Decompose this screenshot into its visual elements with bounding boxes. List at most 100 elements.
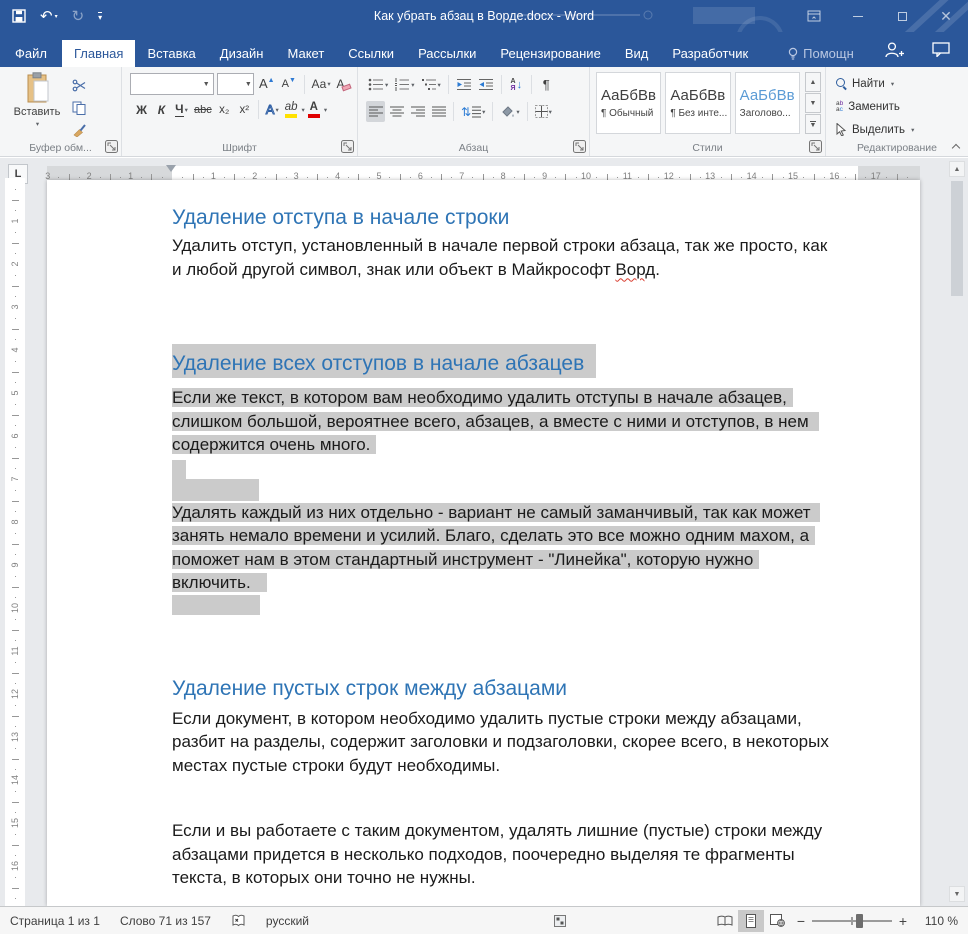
word-window: ↶ ▾ ↻ ▾ Как убрать абзац в Ворде.docx - W… (0, 0, 968, 934)
maximize-button[interactable] (880, 0, 924, 32)
shrink-font-button[interactable]: А ▼ (279, 74, 298, 95)
underline-button[interactable]: Ч ▾ (172, 99, 191, 120)
tab-view[interactable]: Вид (613, 40, 661, 67)
find-button[interactable]: Найти ▾ (830, 73, 964, 94)
font-color-button[interactable]: А (306, 99, 322, 120)
font-color-dropdown-caret[interactable]: ▾ (324, 106, 327, 114)
editing-group: Найти ▾ ab ac Заменить Выделить ▾ Редактиро… (826, 67, 968, 156)
word-count[interactable]: Слово 71 из 157 (110, 907, 221, 934)
shading-button[interactable]: ▾ (498, 101, 521, 122)
sign-in-button[interactable] (870, 32, 918, 67)
zoom-in-button[interactable]: + (892, 910, 914, 932)
font-size-dropdown[interactable]: ▼ (243, 74, 254, 94)
font-name-input[interactable] (131, 74, 201, 94)
selected-empty-line (172, 594, 260, 615)
select-button[interactable]: Выделить ▾ (830, 119, 964, 140)
ribbon-display-options-button[interactable] (792, 0, 836, 32)
tell-me-box[interactable]: Помощн (776, 40, 866, 67)
decrease-indent-button[interactable] (454, 74, 474, 95)
multilevel-list-button[interactable]: ▾ (419, 74, 443, 95)
read-mode-button[interactable] (712, 910, 738, 932)
style-heading[interactable]: АаБбВв Заголово... (734, 72, 800, 134)
print-layout-icon (746, 913, 756, 928)
highlight-dropdown-caret[interactable]: ▾ (302, 106, 305, 114)
styles-gallery-more-button[interactable]: ▼ (804, 114, 821, 134)
customize-qat-button[interactable]: ▾ (98, 11, 103, 21)
scrollbar-thumb[interactable] (951, 181, 963, 296)
tab-file[interactable]: Файл (0, 40, 62, 67)
font-size-input[interactable] (217, 74, 244, 94)
vertical-ruler[interactable]: 1 2 3 4 5 6 7 8 9 10 11 12 13 14 15 16 (5, 178, 25, 906)
save-button[interactable] (12, 9, 26, 23)
styles-scroll-up-button[interactable]: ▲ (804, 72, 821, 92)
macro-record-button[interactable] (544, 907, 576, 934)
close-button[interactable]: ✕ (924, 0, 968, 32)
change-case-button[interactable]: Аа ▾ (311, 74, 331, 95)
styles-dialog-launcher[interactable] (809, 140, 822, 153)
clipboard-dialog-launcher[interactable] (105, 140, 118, 153)
font-name-combo[interactable]: ▼ (130, 73, 214, 95)
format-painter-button[interactable] (68, 120, 90, 140)
increase-indent-button[interactable] (476, 74, 496, 95)
cut-button[interactable] (68, 75, 90, 95)
borders-button[interactable]: ▾ (533, 101, 554, 122)
multilevel-list-icon (421, 79, 436, 90)
scroll-down-button[interactable]: ▼ (949, 886, 965, 902)
align-center-button[interactable] (387, 101, 406, 122)
document-page[interactable]: Удаление отступа в начале строки Удалить… (47, 180, 920, 906)
undo-button[interactable]: ↶ ▾ (40, 7, 58, 25)
paragraph-dialog-launcher[interactable] (573, 140, 586, 153)
vertical-scrollbar[interactable]: ▲ ▼ (949, 161, 965, 902)
zoom-out-button[interactable]: − (790, 910, 812, 932)
zoom-slider[interactable] (812, 910, 892, 932)
font-dialog-launcher[interactable] (341, 140, 354, 153)
text-effects-button[interactable]: А ▾ (263, 99, 282, 120)
collapse-ribbon-button[interactable] (952, 142, 960, 150)
paste-button[interactable]: Вставить ▾ (10, 72, 64, 140)
web-layout-button[interactable] (764, 910, 790, 932)
replace-button[interactable]: ab ac Заменить (830, 96, 964, 117)
tab-review[interactable]: Рецензирование (488, 40, 612, 67)
font-name-dropdown[interactable]: ▼ (200, 74, 213, 94)
align-right-button[interactable] (408, 101, 427, 122)
clear-formatting-button[interactable]: А (334, 74, 353, 95)
sort-button[interactable]: А Я ↓ (507, 74, 526, 95)
zoom-slider-thumb[interactable] (856, 913, 863, 928)
tab-mailings[interactable]: Рассылки (406, 40, 488, 67)
bold-button[interactable]: Ж (132, 99, 151, 120)
show-hide-marks-button[interactable]: ¶ (537, 74, 556, 95)
proofing-status-button[interactable] (221, 907, 256, 934)
italic-button[interactable]: К (152, 99, 171, 120)
align-left-button[interactable] (366, 101, 385, 122)
language-indicator[interactable]: русский (256, 907, 319, 934)
styles-scroll-down-button[interactable]: ▼ (804, 93, 821, 113)
superscript-button[interactable]: x² (235, 99, 254, 120)
strikethrough-button[interactable]: abc (192, 99, 214, 120)
text-highlight-button[interactable]: ab (283, 99, 300, 120)
numbering-button[interactable]: ▾ (392, 74, 416, 95)
font-size-combo[interactable]: ▼ (216, 73, 255, 95)
subscript-button[interactable]: x₂ (215, 99, 234, 120)
page-indicator[interactable]: Страница 1 из 1 (0, 907, 110, 934)
doc-line-selected: Удалять каждый из них отдельно - вариант… (172, 501, 858, 525)
scroll-up-button[interactable]: ▲ (949, 161, 965, 177)
style-no-spacing[interactable]: АаБбВв ¶ Без инте... (665, 72, 731, 134)
tab-insert[interactable]: Вставка (135, 40, 207, 67)
style-normal[interactable]: АаБбВв ¶ Обычный (596, 72, 662, 134)
grow-font-button[interactable]: А ▲ (257, 74, 276, 95)
ribbon-tab-bar: Файл Главная Вставка Дизайн Макет Ссылки… (0, 32, 968, 67)
tab-home[interactable]: Главная (61, 40, 136, 67)
zoom-percentage[interactable]: 110 % (914, 914, 958, 928)
copy-button[interactable] (68, 98, 90, 118)
justify-button[interactable] (429, 101, 448, 122)
print-layout-button[interactable] (738, 909, 764, 932)
feedback-button[interactable] (918, 32, 968, 67)
line-spacing-button[interactable]: ⇅ ▾ (459, 101, 487, 122)
tab-references[interactable]: Ссылки (336, 40, 406, 67)
tab-design[interactable]: Дизайн (208, 40, 276, 67)
bullets-button[interactable]: ▾ (366, 74, 390, 95)
tab-developer[interactable]: Разработчик (660, 40, 760, 67)
minimize-button[interactable] (836, 0, 880, 32)
redo-button[interactable]: ↻ (72, 7, 85, 25)
tab-layout[interactable]: Макет (275, 40, 336, 67)
